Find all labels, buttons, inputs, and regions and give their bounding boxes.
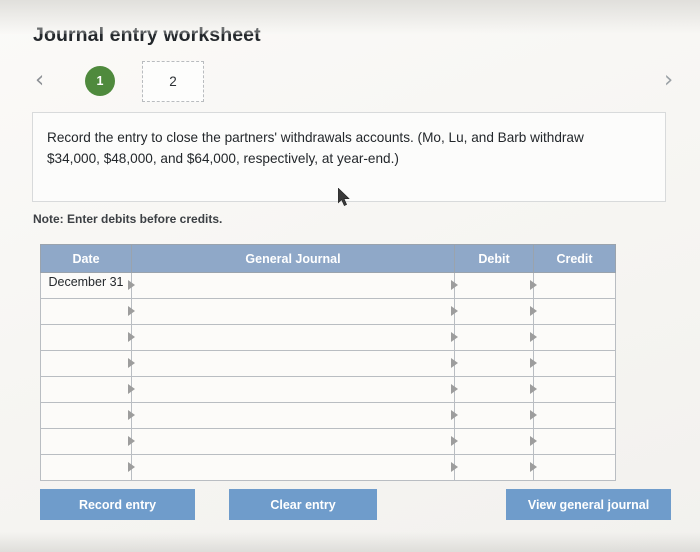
table-row[interactable]	[40, 454, 616, 481]
chevron-left-icon[interactable]: ‹	[35, 69, 44, 92]
column-header-general-journal: General Journal	[131, 244, 455, 273]
dropdown-indicator-icon	[530, 436, 537, 446]
dropdown-indicator-icon	[530, 410, 537, 420]
chevron-right-icon[interactable]: ›	[664, 69, 673, 92]
record-entry-button[interactable]: Record entry	[40, 489, 195, 520]
instruction-text: Record the entry to close the partners' …	[47, 130, 584, 166]
cell-credit[interactable]	[530, 298, 616, 325]
cell-date[interactable]: December 31	[40, 272, 132, 299]
journal-table-wrapper: Date General Journal Debit Credit Decemb…	[40, 244, 616, 481]
dropdown-indicator-icon	[451, 462, 458, 472]
dropdown-indicator-icon	[451, 358, 458, 368]
cell-debit[interactable]	[451, 428, 534, 455]
dropdown-indicator-icon	[530, 332, 537, 342]
instruction-box: Record the entry to close the partners' …	[32, 112, 666, 202]
column-header-credit: Credit	[533, 244, 616, 273]
cell-account[interactable]	[128, 454, 455, 481]
clear-entry-button[interactable]: Clear entry	[229, 489, 377, 520]
cell-account[interactable]	[128, 376, 455, 403]
cell-date[interactable]	[40, 376, 132, 403]
table-row[interactable]	[40, 324, 616, 351]
cell-account[interactable]	[128, 298, 455, 325]
column-header-date: Date	[40, 244, 132, 273]
cell-debit[interactable]	[451, 298, 534, 325]
cell-credit[interactable]	[530, 350, 616, 377]
dropdown-indicator-icon	[128, 436, 135, 446]
cell-account[interactable]	[128, 350, 455, 377]
cell-date[interactable]	[40, 428, 132, 455]
step-navigation: ‹ › 1 2	[30, 61, 678, 107]
journal-entry-table: Date General Journal Debit Credit Decemb…	[40, 244, 616, 481]
dropdown-indicator-icon	[128, 358, 135, 368]
cell-credit[interactable]	[530, 376, 616, 403]
step-tab-1[interactable]: 1	[85, 66, 115, 96]
cell-debit[interactable]	[451, 272, 534, 299]
dropdown-indicator-icon	[451, 384, 458, 394]
page-title: Journal entry worksheet	[33, 24, 261, 46]
dropdown-indicator-icon	[451, 436, 458, 446]
dropdown-indicator-icon	[451, 306, 458, 316]
cell-account[interactable]	[128, 324, 455, 351]
dropdown-indicator-icon	[530, 306, 537, 316]
cell-debit[interactable]	[451, 376, 534, 403]
dropdown-indicator-icon	[530, 358, 537, 368]
table-row[interactable]	[40, 402, 616, 429]
cell-date-text: December 31	[48, 275, 124, 289]
dropdown-indicator-icon	[451, 280, 458, 290]
dropdown-indicator-icon	[128, 280, 135, 290]
dropdown-indicator-icon	[530, 384, 537, 394]
table-row[interactable]	[40, 350, 616, 377]
table-row[interactable]: December 31	[40, 272, 616, 299]
debits-before-credits-note: Note: Enter debits before credits.	[33, 212, 223, 226]
cell-date[interactable]	[40, 454, 132, 481]
dropdown-indicator-icon	[451, 332, 458, 342]
cell-date[interactable]	[40, 324, 132, 351]
dropdown-indicator-icon	[530, 280, 537, 290]
cell-date[interactable]	[40, 402, 132, 429]
cell-debit[interactable]	[451, 402, 534, 429]
dropdown-indicator-icon	[128, 410, 135, 420]
cell-account[interactable]	[128, 272, 455, 299]
step-tab-2[interactable]: 2	[142, 61, 204, 102]
cell-credit[interactable]	[530, 324, 616, 351]
cell-date[interactable]	[40, 298, 132, 325]
journal-entry-worksheet-panel: Journal entry worksheet ‹ › 1 2 Record t…	[0, 0, 700, 552]
dropdown-indicator-icon	[451, 410, 458, 420]
cell-debit[interactable]	[451, 350, 534, 377]
cell-account[interactable]	[128, 402, 455, 429]
view-general-journal-button[interactable]: View general journal	[506, 489, 671, 520]
table-row[interactable]	[40, 428, 616, 455]
cell-credit[interactable]	[530, 428, 616, 455]
dropdown-indicator-icon	[128, 306, 135, 316]
cell-date[interactable]	[40, 350, 132, 377]
column-header-debit: Debit	[454, 244, 534, 273]
dropdown-indicator-icon	[530, 462, 537, 472]
cell-credit[interactable]	[530, 402, 616, 429]
dropdown-indicator-icon	[128, 462, 135, 472]
cell-debit[interactable]	[451, 324, 534, 351]
table-row[interactable]	[40, 298, 616, 325]
cell-credit[interactable]	[530, 272, 616, 299]
dropdown-indicator-icon	[128, 384, 135, 394]
cell-account[interactable]	[128, 428, 455, 455]
table-header-row: Date General Journal Debit Credit	[40, 244, 616, 273]
cell-debit[interactable]	[451, 454, 534, 481]
cell-credit[interactable]	[530, 454, 616, 481]
table-row[interactable]	[40, 376, 616, 403]
dropdown-indicator-icon	[128, 332, 135, 342]
